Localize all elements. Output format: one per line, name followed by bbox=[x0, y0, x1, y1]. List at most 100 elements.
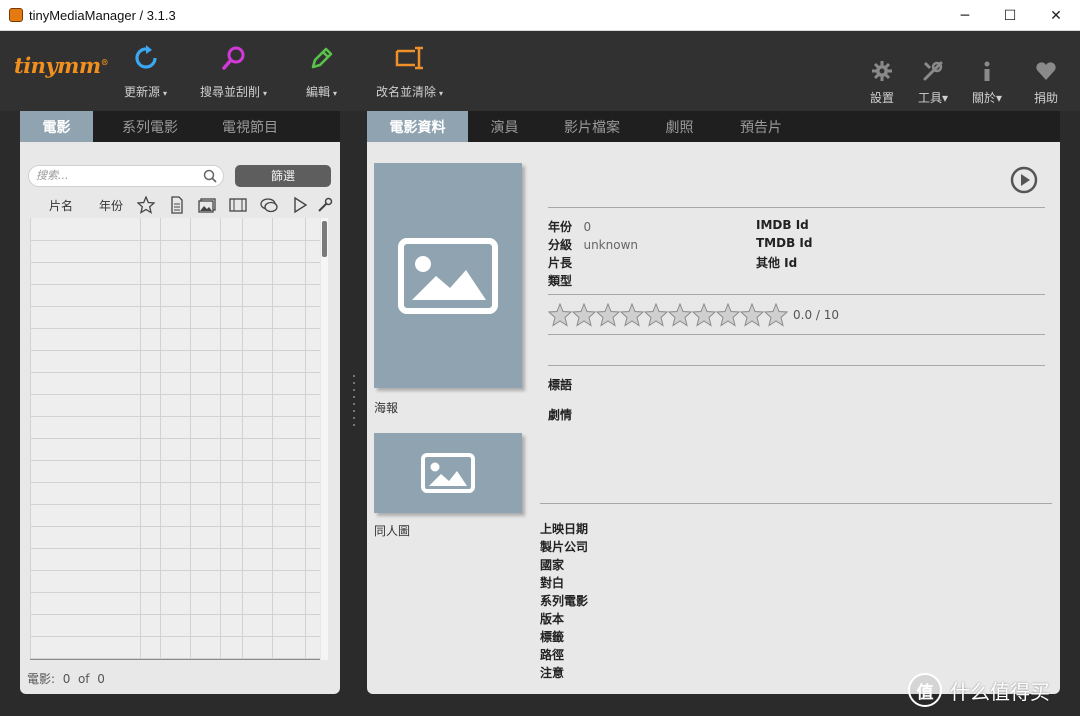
minimize-button[interactable]: ─ bbox=[942, 0, 988, 31]
watermark-logo: 值 bbox=[908, 673, 942, 707]
app-icon bbox=[9, 8, 23, 22]
heart-icon bbox=[1034, 59, 1058, 83]
rating-text: 0.0 / 10 bbox=[793, 308, 840, 322]
tab-artwork[interactable]: 劇照 bbox=[652, 111, 707, 142]
star-icon[interactable] bbox=[740, 303, 764, 327]
tab-trailers[interactable]: 預告片 bbox=[727, 111, 795, 142]
rating-stars bbox=[548, 303, 788, 327]
star-icon[interactable] bbox=[668, 303, 692, 327]
filter-button[interactable]: 篩選 bbox=[235, 165, 331, 187]
star-icon[interactable] bbox=[548, 303, 572, 327]
certification-field: 分級 unknown bbox=[548, 238, 638, 252]
wrench-icon[interactable] bbox=[316, 196, 334, 214]
star-icon[interactable] bbox=[764, 303, 788, 327]
other-id-field: 其他 Id bbox=[756, 256, 798, 270]
rename-icon bbox=[395, 43, 425, 73]
watermark-text: 什么值得买 bbox=[950, 679, 1050, 704]
play-icon[interactable] bbox=[291, 196, 309, 214]
window-title: tinyMediaManager / 3.1.3 bbox=[29, 7, 176, 23]
movie-count-footer: 電影: 0 of 0 bbox=[27, 672, 105, 686]
meta-label: 路徑 bbox=[540, 648, 565, 662]
search-input[interactable]: 搜索... bbox=[28, 165, 224, 187]
column-title[interactable]: 片名 bbox=[49, 197, 73, 214]
refresh-icon bbox=[131, 43, 161, 73]
divider bbox=[548, 207, 1045, 208]
tab-tv-shows[interactable]: 電視節目 bbox=[200, 111, 300, 142]
tab-movie-info[interactable]: 電影資料 bbox=[367, 111, 468, 151]
meta-label: 對白 bbox=[540, 576, 565, 590]
star-icon[interactable] bbox=[596, 303, 620, 327]
about-menu-button[interactable]: 關於▾ bbox=[972, 59, 1002, 106]
tools-menu-button[interactable]: 工具▾ bbox=[918, 59, 948, 106]
scrollbar-thumb[interactable] bbox=[322, 221, 327, 257]
app-window: tinyMediaManager / 3.1.3 ─ ☐ ✕ tinymm® 更… bbox=[0, 0, 1080, 716]
tab-cast[interactable]: 演員 bbox=[477, 111, 532, 142]
search-icon[interactable] bbox=[203, 169, 217, 183]
image-placeholder-icon bbox=[421, 453, 475, 493]
fanart-image[interactable] bbox=[374, 433, 522, 513]
meta-label: 製片公司 bbox=[540, 540, 589, 554]
donate-button[interactable]: 捐助 bbox=[1034, 59, 1058, 106]
table-scrollbar[interactable] bbox=[321, 218, 328, 660]
search-scrape-button[interactable]: 搜尋並刮削 ▾ bbox=[200, 43, 267, 100]
poster-image[interactable] bbox=[374, 163, 522, 388]
close-button[interactable]: ✕ bbox=[1033, 0, 1079, 31]
meta-label: 系列電影 bbox=[540, 594, 589, 608]
star-icon[interactable] bbox=[716, 303, 740, 327]
edit-button[interactable]: 編輯 ▾ bbox=[306, 43, 337, 100]
divider bbox=[540, 503, 1052, 504]
watermark: 值 什么值得买 bbox=[908, 673, 1050, 707]
tab-movie-sets[interactable]: 系列電影 bbox=[100, 111, 200, 142]
search-scrape-icon bbox=[219, 43, 249, 73]
gear-icon bbox=[870, 59, 894, 83]
settings-button[interactable]: 設置 bbox=[870, 59, 894, 106]
poster-label: 海報 bbox=[374, 401, 399, 415]
title-bar: tinyMediaManager / 3.1.3 ─ ☐ ✕ bbox=[0, 0, 1080, 31]
runtime-field: 片長 bbox=[548, 256, 573, 270]
meta-label: 國家 bbox=[540, 558, 565, 572]
movie-details-panel: 海報 同人圖 年份 0 分級 unknown 片長 類型 IMDB Id TMD… bbox=[367, 142, 1060, 694]
tmdb-id-field: TMDB Id bbox=[756, 236, 813, 250]
divider bbox=[548, 334, 1045, 335]
divider bbox=[548, 365, 1045, 366]
plot-label: 劇情 bbox=[548, 408, 573, 422]
tab-media-files[interactable]: 影片檔案 bbox=[547, 111, 637, 142]
meta-label: 版本 bbox=[540, 612, 565, 626]
images-icon[interactable] bbox=[198, 196, 216, 214]
film-icon[interactable] bbox=[229, 196, 247, 214]
update-sources-button[interactable]: 更新源 ▾ bbox=[124, 43, 167, 100]
fanart-label: 同人圖 bbox=[374, 524, 411, 538]
column-header-row: 片名 年份 bbox=[28, 194, 333, 216]
imdb-id-field: IMDB Id bbox=[756, 218, 809, 232]
star-icon[interactable] bbox=[572, 303, 596, 327]
meta-label: 上映日期 bbox=[540, 522, 589, 536]
image-placeholder-icon bbox=[398, 237, 498, 314]
movie-list-panel: 搜索... 篩選 片名 年份 電影: 0 of 0 bbox=[20, 142, 340, 694]
tinymm-logo: tinymm® bbox=[14, 53, 109, 78]
genre-field: 類型 bbox=[548, 274, 573, 288]
right-tab-bar: 電影資料 演員 影片檔案 劇照 預告片 bbox=[367, 111, 1060, 151]
wrench-icon bbox=[921, 59, 945, 83]
meta-label: 注意 bbox=[540, 666, 565, 680]
play-trailer-button[interactable] bbox=[1010, 166, 1038, 194]
panel-splitter[interactable] bbox=[352, 375, 356, 431]
tab-movies[interactable]: 電影 bbox=[20, 111, 93, 151]
document-icon[interactable] bbox=[168, 196, 186, 214]
column-year[interactable]: 年份 bbox=[99, 197, 123, 214]
tagline-label: 標語 bbox=[548, 378, 573, 392]
subtitle-icon[interactable] bbox=[260, 196, 278, 214]
rename-clean-button[interactable]: 改名並清除 ▾ bbox=[376, 43, 443, 100]
maximize-button[interactable]: ☐ bbox=[987, 0, 1033, 31]
star-icon[interactable] bbox=[620, 303, 644, 327]
movie-table[interactable] bbox=[30, 218, 320, 660]
meta-label: 標籤 bbox=[540, 630, 565, 644]
info-icon bbox=[975, 59, 999, 83]
main-toolbar: tinymm® 更新源 ▾ 搜尋並刮削 ▾ 編輯 ▾ 改名並清除 ▾ 設置 工具… bbox=[0, 31, 1080, 111]
left-tab-bar: 電影 系列電影 電視節目 bbox=[20, 111, 340, 151]
star-icon[interactable] bbox=[644, 303, 668, 327]
divider bbox=[548, 294, 1045, 295]
star-icon[interactable] bbox=[692, 303, 716, 327]
year-field: 年份 0 bbox=[548, 220, 592, 234]
edit-icon bbox=[307, 43, 337, 73]
star-icon[interactable] bbox=[137, 196, 155, 214]
